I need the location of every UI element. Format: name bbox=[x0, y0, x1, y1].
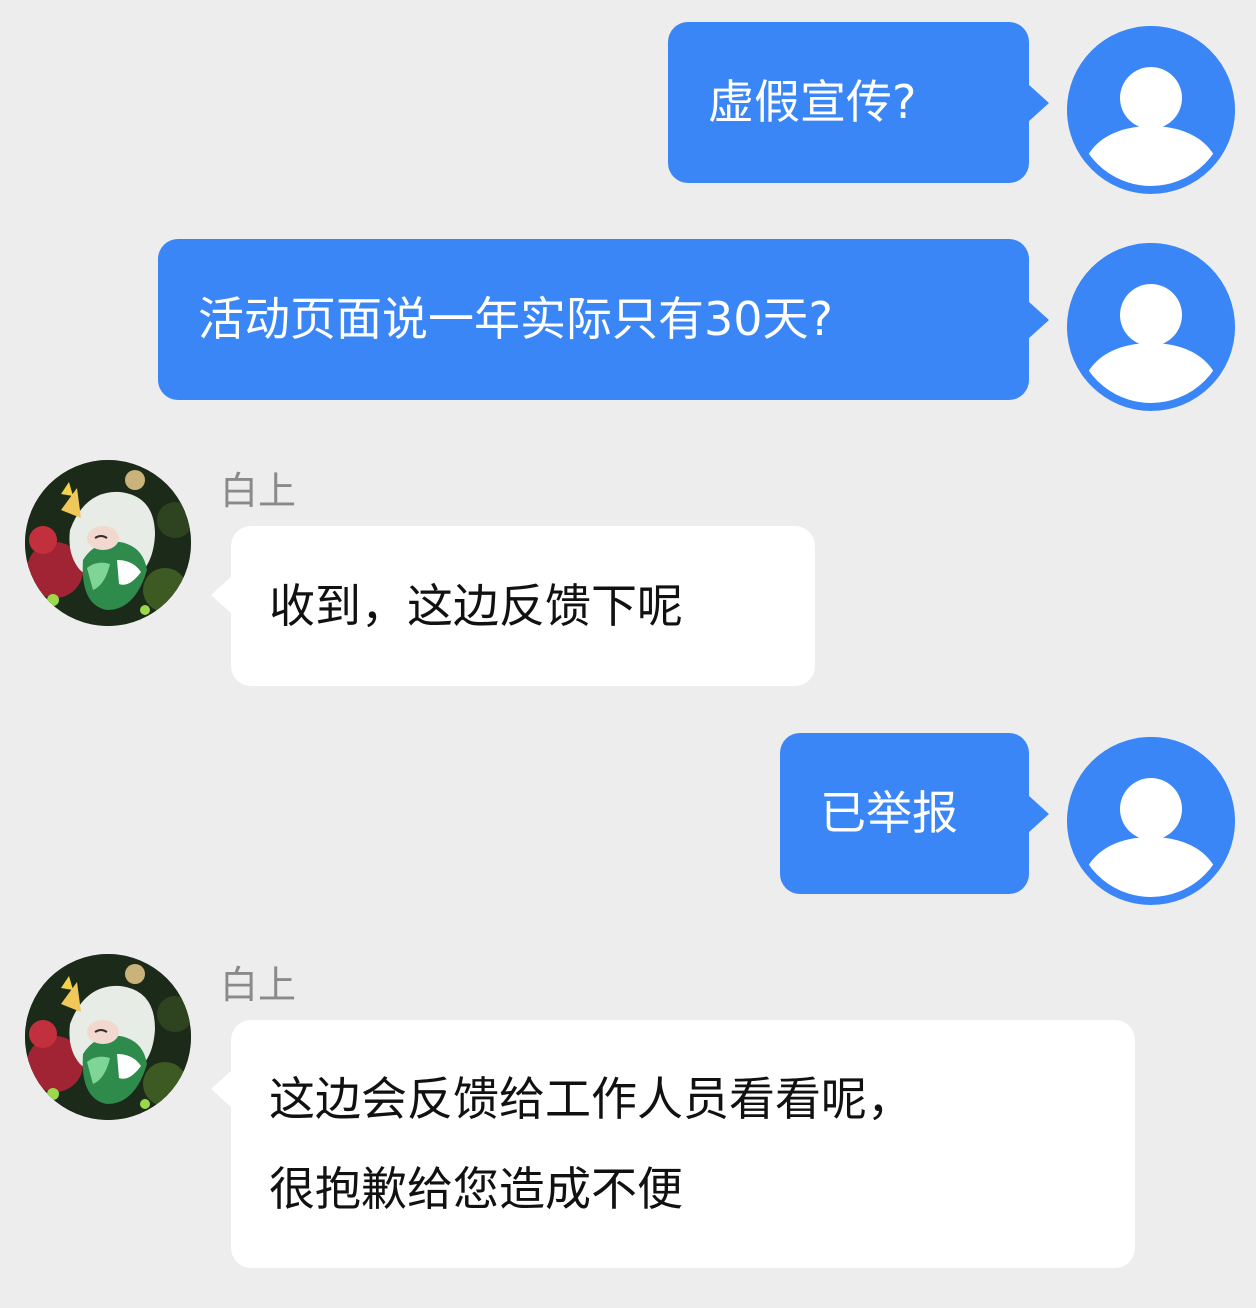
message-text-line: 这边会反馈给工作人员看看呢， bbox=[269, 1072, 913, 1126]
sender-avatar[interactable] bbox=[25, 954, 191, 1120]
sender-name: 白上 bbox=[220, 963, 297, 1007]
character-avatar-icon bbox=[25, 954, 191, 1120]
message-row-incoming: 白上 这边会反馈给工作人员看看呢， 很抱歉给您造成不便 bbox=[0, 0, 1256, 1308]
message-text-line: 很抱歉给您造成不便 bbox=[269, 1162, 683, 1216]
message-bubble[interactable]: 这边会反馈给工作人员看看呢， 很抱歉给您造成不便 bbox=[211, 1020, 1135, 1268]
